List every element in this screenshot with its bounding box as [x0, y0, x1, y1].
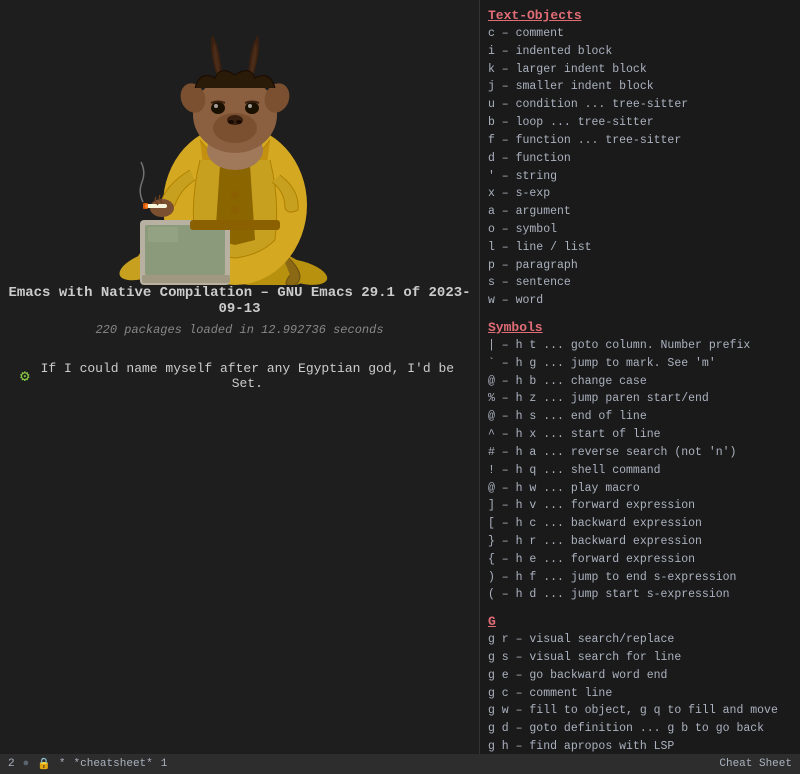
list-item: u – condition ... tree-sitter — [488, 96, 792, 114]
list-item: b – loop ... tree-sitter — [488, 114, 792, 132]
list-item: | – h t ... goto column. Number prefix — [488, 337, 792, 355]
list-item: ) – h f ... jump to end s-expression — [488, 569, 792, 587]
list-item: j – smaller indent block — [488, 78, 792, 96]
list-item: k – larger indent block — [488, 61, 792, 79]
list-item: g h – find apropos with LSP — [488, 738, 792, 754]
status-dot: ● — [23, 758, 30, 770]
list-item: g d – goto definition ... g b to go back — [488, 720, 792, 738]
list-item: l – line / list — [488, 239, 792, 257]
list-item: # – h a ... reverse search (not 'n') — [488, 444, 792, 462]
packages-loaded: 220 packages loaded in 12.992736 seconds — [95, 323, 383, 337]
list-item: ` – h g ... jump to mark. See 'm' — [488, 355, 792, 373]
quote-line: ⚙ If I could name myself after any Egypt… — [0, 361, 479, 391]
list-item: ^ – h x ... start of line — [488, 426, 792, 444]
list-item: a – argument — [488, 203, 792, 221]
list-item: x – s-exp — [488, 185, 792, 203]
status-lock-icon: 🔒 — [37, 757, 51, 771]
section-g-title: G — [488, 614, 792, 629]
gnu-mascot-svg — [80, 20, 400, 285]
quote-text: If I could name myself after any Egyptia… — [36, 361, 459, 391]
status-right: Cheat Sheet — [719, 758, 792, 770]
list-item: @ – h b ... change case — [488, 373, 792, 391]
list-item: % – h z ... jump paren start/end — [488, 390, 792, 408]
status-modified-flag: * — [59, 758, 66, 770]
list-item: f – function ... tree-sitter — [488, 132, 792, 150]
list-item: g c – comment line — [488, 685, 792, 703]
status-bar: 2 ● 🔒 * *cheatsheet* 1 Cheat Sheet — [0, 754, 800, 774]
symbols-list: | – h t ... goto column. Number prefix `… — [488, 337, 792, 604]
list-item: w – word — [488, 292, 792, 310]
list-item: ' – string — [488, 168, 792, 186]
list-item: s – sentence — [488, 274, 792, 292]
quote-icon: ⚙ — [20, 366, 30, 386]
list-item: d – function — [488, 150, 792, 168]
list-item: } – h r ... backward expression — [488, 533, 792, 551]
right-panel[interactable]: Text-Objects c – comment i – indented bl… — [480, 0, 800, 754]
emacs-title: Emacs with Native Compilation – GNU Emac… — [0, 285, 479, 317]
list-item: g r – visual search/replace — [488, 631, 792, 649]
g-commands-list: g r – visual search/replace g s – visual… — [488, 631, 792, 754]
section-text-objects-title: Text-Objects — [488, 8, 792, 23]
list-item: o – symbol — [488, 221, 792, 239]
list-item: p – paragraph — [488, 257, 792, 275]
list-item: c – comment — [488, 25, 792, 43]
status-num2: 1 — [161, 758, 168, 770]
list-item: @ – h w ... play macro — [488, 480, 792, 498]
status-filename: *cheatsheet* — [74, 758, 153, 770]
list-item: @ – h s ... end of line — [488, 408, 792, 426]
gnu-mascot-container — [70, 20, 410, 285]
text-objects-list: c – comment i – indented block k – large… — [488, 25, 792, 310]
list-item: ] – h v ... forward expression — [488, 497, 792, 515]
list-item: g w – fill to object, g q to fill and mo… — [488, 702, 792, 720]
list-item: [ – h c ... backward expression — [488, 515, 792, 533]
left-panel: Emacs with Native Compilation – GNU Emac… — [0, 0, 480, 774]
list-item: ( – h d ... jump start s-expression — [488, 586, 792, 604]
list-item: i – indented block — [488, 43, 792, 61]
section-symbols-title: Symbols — [488, 320, 792, 335]
status-num: 2 — [8, 758, 15, 770]
list-item: g e – go backward word end — [488, 667, 792, 685]
list-item: g s – visual search for line — [488, 649, 792, 667]
list-item: ! – h q ... shell command — [488, 462, 792, 480]
list-item: { – h e ... forward expression — [488, 551, 792, 569]
